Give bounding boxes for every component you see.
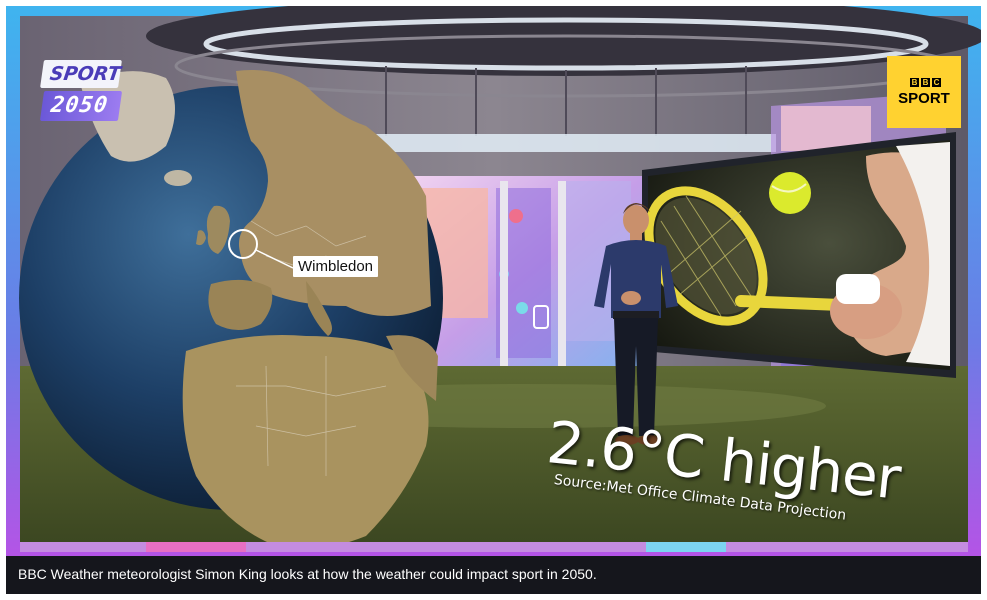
bbc-block-c: C xyxy=(932,78,941,87)
bbc-sport-logo: B B C SPORT xyxy=(887,56,961,128)
bbc-block-b2: B xyxy=(921,78,930,87)
badge-line-2: 2050 xyxy=(49,93,110,118)
sport-2050-badge: SPORT 2050 xyxy=(39,60,123,124)
map-location-label: Wimbledon xyxy=(293,256,379,277)
badge-line-1: SPORT xyxy=(48,63,123,85)
bbc-logo-text: SPORT xyxy=(898,90,950,107)
article-image-frame: SPORT 2050 B B C SPORT Wimbledon 2.6°C h… xyxy=(0,0,987,600)
bbc-block-b1: B xyxy=(910,78,919,87)
broadcast-still-image: SPORT 2050 B B C SPORT Wimbledon 2.6°C h… xyxy=(6,6,981,556)
image-caption-bar: BBC Weather meteorologist Simon King loo… xyxy=(6,556,981,594)
image-caption: BBC Weather meteorologist Simon King loo… xyxy=(18,566,597,582)
tennis-screen xyxy=(642,132,956,378)
bbc-blocks: B B C xyxy=(910,78,941,87)
